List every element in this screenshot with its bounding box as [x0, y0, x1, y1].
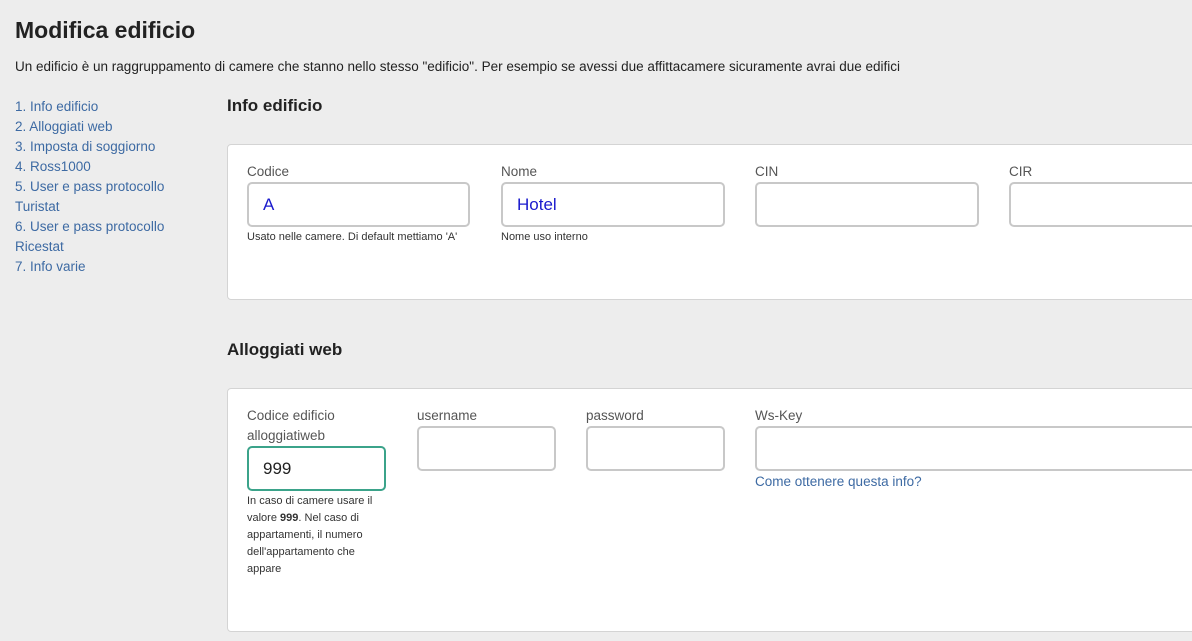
section-title-info-edificio: Info edificio: [227, 96, 323, 115]
nav-item-imposta-soggiorno: 3. Imposta di soggiorno: [15, 137, 210, 157]
nome-label: Nome: [501, 164, 538, 179]
nome-input[interactable]: [501, 182, 725, 227]
username-label: username: [417, 408, 478, 423]
section-title-alloggiati-web: Alloggiati web: [227, 340, 343, 359]
wskey-field-group: Ws-Key Come ottenere questa info?: [755, 406, 1192, 489]
nome-help: Nome uso interno: [501, 231, 588, 243]
cir-input[interactable]: [1009, 182, 1192, 227]
codice-field-group: Codice Usato nelle camere. Di default me…: [247, 162, 470, 246]
nav-link-info-varie[interactable]: 7. Info varie: [15, 259, 86, 274]
nav-item-info-edificio: 1. Info edificio: [15, 97, 210, 117]
section-nav: 1. Info edificio 2. Alloggiati web 3. Im…: [15, 97, 210, 277]
password-label: password: [586, 408, 644, 423]
codice-help: Usato nelle camere. Di default mettiamo …: [247, 231, 458, 243]
cir-label: CIR: [1009, 164, 1033, 179]
nav-item-info-varie: 7. Info varie: [15, 257, 210, 277]
nav-item-turistat: 5. User e pass protocollo Turistat: [15, 177, 210, 217]
alloggiati-web-card: Codice edificio alloggiatiweb In caso di…: [227, 388, 1192, 632]
wskey-help-link[interactable]: Come ottenere questa info?: [755, 474, 1192, 489]
codice-alloggiati-input[interactable]: [247, 446, 386, 491]
codice-alloggiati-field-group: Codice edificio alloggiatiweb In caso di…: [247, 406, 387, 578]
nav-item-ross1000: 4. Ross1000: [15, 157, 210, 177]
nav-link-turistat[interactable]: 5. User e pass protocollo Turistat: [15, 179, 164, 214]
codice-label: Codice: [247, 164, 290, 179]
cir-field-group: CIR: [1009, 162, 1192, 227]
nome-field-group: Nome Nome uso interno: [501, 162, 725, 246]
wskey-label: Ws-Key: [755, 408, 803, 423]
nav-link-alloggiati-web[interactable]: 2. Alloggiati web: [15, 119, 113, 134]
username-field-group: username: [417, 406, 556, 471]
page-description: Un edificio è un raggruppamento di camer…: [15, 59, 901, 74]
nav-link-info-edificio[interactable]: 1. Info edificio: [15, 99, 98, 114]
page-title: Modifica edificio: [15, 17, 196, 43]
password-input[interactable]: [586, 426, 725, 471]
codice-alloggiati-help: In caso di camere usare il valore 999. N…: [247, 493, 387, 578]
password-field-group: password: [586, 406, 725, 471]
codice-alloggiati-help-value: 999: [280, 512, 299, 524]
wskey-input[interactable]: [755, 426, 1192, 471]
codice-input[interactable]: [247, 182, 470, 227]
nav-link-imposta-soggiorno[interactable]: 3. Imposta di soggiorno: [15, 139, 155, 154]
nav-link-ricestat[interactable]: 6. User e pass protocollo Ricestat: [15, 219, 164, 254]
cin-label: CIN: [755, 164, 779, 179]
nav-link-ross1000[interactable]: 4. Ross1000: [15, 159, 91, 174]
codice-alloggiati-label: Codice edificio alloggiatiweb: [247, 408, 335, 443]
cin-field-group: CIN: [755, 162, 979, 227]
nav-item-alloggiati-web: 2. Alloggiati web: [15, 117, 210, 137]
nav-item-ricestat: 6. User e pass protocollo Ricestat: [15, 217, 210, 257]
cin-input[interactable]: [755, 182, 979, 227]
username-input[interactable]: [417, 426, 556, 471]
info-edificio-card: Codice Usato nelle camere. Di default me…: [227, 144, 1192, 300]
